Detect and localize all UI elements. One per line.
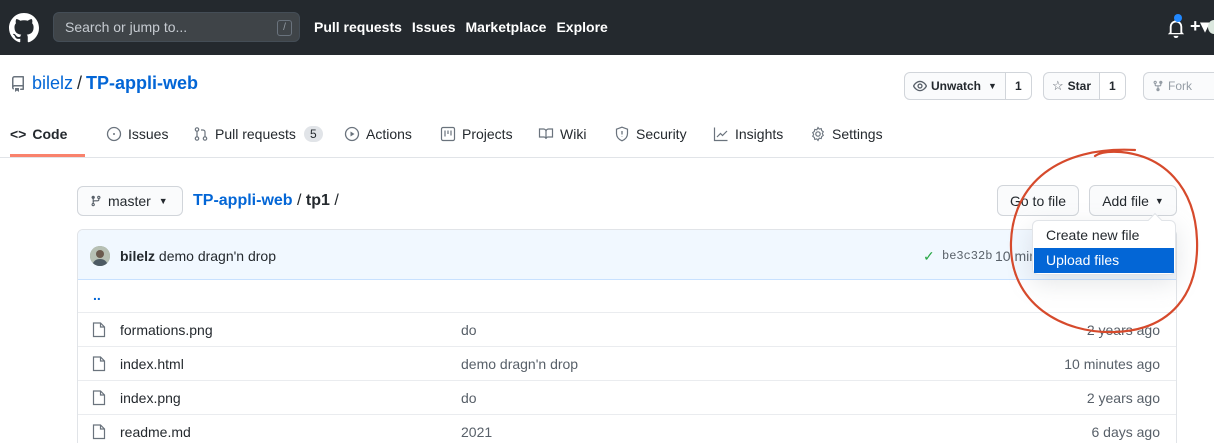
repo-name-link[interactable]: TP-appli-web: [86, 73, 198, 94]
top-header: / Pull requests Issues Marketplace Explo…: [0, 0, 1214, 55]
tab-insights[interactable]: Insights: [713, 126, 783, 142]
file-age: 2 years ago: [1086, 390, 1160, 406]
play-icon: [344, 126, 360, 142]
table-row[interactable]: index.html demo dragn'n drop 10 minutes …: [78, 347, 1176, 381]
file-commit-message[interactable]: demo dragn'n drop: [461, 356, 578, 372]
tab-code-label: Code: [32, 126, 68, 142]
file-name-link[interactable]: index.png: [120, 390, 181, 406]
file-commit-message[interactable]: do: [461, 390, 477, 406]
repo-separator: /: [77, 73, 83, 93]
branch-name: master: [108, 193, 151, 209]
tab-security-label: Security: [636, 126, 687, 142]
repo-owner-link[interactable]: bilelz: [32, 73, 73, 94]
annotation-circle: [1009, 148, 1199, 334]
tab-actions[interactable]: Actions: [344, 126, 412, 142]
search-hotkey-badge: /: [277, 20, 292, 36]
breadcrumb-current-folder: tp1: [305, 192, 330, 209]
breadcrumb-separator: /: [292, 192, 306, 209]
tab-pull-requests[interactable]: Pull requests 5: [193, 126, 323, 142]
parent-directory-link[interactable]: ..: [93, 287, 101, 303]
search-input[interactable]: [54, 13, 299, 41]
notification-indicator: [1174, 14, 1182, 22]
file-icon: [92, 356, 106, 372]
pull-request-icon: [194, 127, 208, 141]
star-count[interactable]: 1: [1100, 73, 1125, 99]
star-button[interactable]: ☆ Star: [1044, 73, 1100, 99]
nav-pull-requests[interactable]: Pull requests: [314, 19, 402, 35]
file-name-link[interactable]: readme.md: [120, 424, 191, 440]
table-row[interactable]: index.png do 2 years ago: [78, 381, 1176, 415]
global-nav: Pull requests Issues Marketplace Explore: [314, 19, 608, 35]
graph-icon: [713, 127, 728, 142]
branch-icon: [91, 195, 101, 207]
tab-security[interactable]: Security: [614, 126, 687, 142]
chevron-down-icon: ▼: [158, 196, 168, 206]
fork-icon: [1153, 80, 1163, 92]
file-name-link[interactable]: index.html: [120, 356, 184, 372]
commit-summary: bilelz demo dragn'n drop: [120, 248, 276, 264]
tab-issues[interactable]: Issues: [106, 126, 168, 142]
tab-pull-requests-label: Pull requests: [215, 126, 296, 142]
file-age: 6 days ago: [1091, 424, 1161, 440]
code-icon: <>: [10, 126, 27, 142]
fork-button[interactable]: Fork: [1144, 73, 1200, 99]
tab-wiki-label: Wiki: [560, 126, 587, 142]
commit-sha-link[interactable]: be3c32b: [942, 249, 992, 263]
nav-explore[interactable]: Explore: [556, 19, 607, 35]
star-button-group: ☆ Star 1: [1043, 72, 1126, 100]
branch-selector-button[interactable]: master ▼: [77, 186, 183, 216]
file-name-link[interactable]: formations.png: [120, 322, 213, 338]
commit-author[interactable]: bilelz: [120, 248, 155, 264]
tab-projects[interactable]: Projects: [440, 126, 513, 142]
check-icon: ✓: [923, 248, 935, 264]
repo-icon: [11, 75, 24, 92]
file-commit-message[interactable]: do: [461, 322, 477, 338]
tab-actions-label: Actions: [366, 126, 412, 142]
file-age: 10 minutes ago: [1064, 356, 1160, 372]
tab-wiki[interactable]: Wiki: [538, 126, 586, 142]
table-row[interactable]: readme.md 2021 6 days ago: [78, 415, 1176, 443]
create-new-menu-button[interactable]: +▾: [1190, 16, 1210, 37]
file-commit-message[interactable]: 2021: [461, 424, 492, 440]
watch-button-group: Unwatch ▼ 1: [904, 72, 1032, 100]
project-board-icon: [440, 126, 456, 142]
tab-insights-label: Insights: [735, 126, 784, 142]
unwatch-button[interactable]: Unwatch ▼: [905, 73, 1006, 99]
tab-projects-label: Projects: [462, 126, 513, 142]
unwatch-label: Unwatch: [931, 79, 982, 93]
gear-icon: [811, 126, 825, 142]
commit-message[interactable]: demo dragn'n drop: [159, 248, 276, 264]
github-logo-icon[interactable]: [9, 13, 39, 43]
book-icon: [538, 128, 554, 140]
search-box[interactable]: /: [53, 12, 300, 42]
tab-issues-label: Issues: [128, 126, 169, 142]
breadcrumb-trailing-separator: /: [329, 192, 339, 209]
nav-issues[interactable]: Issues: [412, 19, 456, 35]
tab-code[interactable]: <> Code: [10, 126, 67, 142]
tab-settings-label: Settings: [832, 126, 883, 142]
fork-button-group: Fork: [1143, 72, 1214, 100]
commit-author-avatar[interactable]: [90, 246, 110, 266]
breadcrumb-repo-link[interactable]: TP-appli-web: [193, 192, 293, 209]
user-avatar[interactable]: [1208, 20, 1214, 34]
watch-count[interactable]: 1: [1005, 73, 1031, 99]
eye-icon: [913, 80, 927, 92]
breadcrumb: TP-appli-web / tp1 /: [193, 192, 339, 210]
file-icon: [92, 424, 106, 440]
tab-settings[interactable]: Settings: [810, 126, 883, 142]
star-icon: ☆: [1052, 78, 1064, 93]
shield-icon: [615, 126, 629, 142]
repo-title: bilelz / TP-appli-web: [10, 73, 198, 94]
nav-marketplace[interactable]: Marketplace: [466, 19, 547, 35]
issue-icon: [106, 126, 122, 142]
file-icon: [92, 390, 106, 406]
chevron-down-icon: ▼: [988, 81, 997, 91]
fork-label: Fork: [1168, 79, 1192, 93]
pull-requests-counter: 5: [303, 126, 323, 142]
star-label: Star: [1067, 79, 1091, 93]
active-tab-indicator: [10, 154, 85, 157]
file-icon: [92, 322, 106, 338]
